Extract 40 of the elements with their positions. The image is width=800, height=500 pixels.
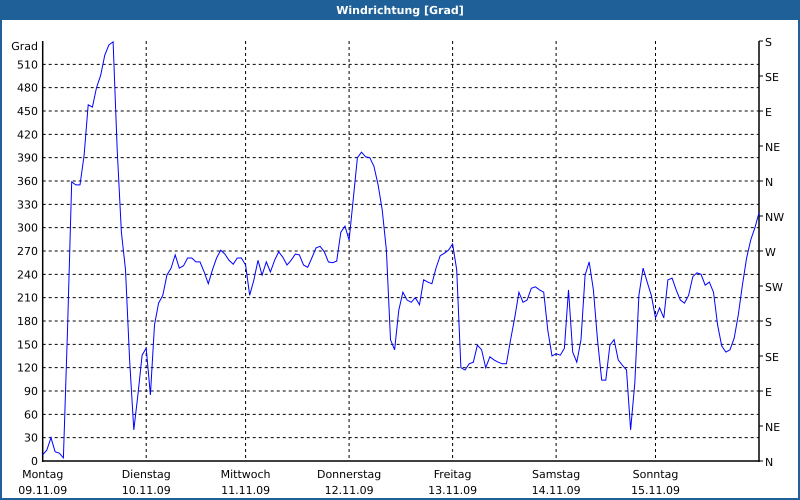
compass-label: W [765, 246, 776, 259]
compass-label: N [765, 456, 774, 469]
compass-label: S [765, 36, 772, 49]
axis-label: Samstag 14.11.09 [532, 468, 581, 497]
axis-label: 90 [24, 385, 38, 398]
axis-label: 270 [17, 245, 38, 258]
axis-label: Mittwoch 11.11.09 [220, 468, 271, 497]
axis-label: 210 [17, 292, 38, 305]
axis-label: 450 [17, 105, 38, 118]
compass-label: E [765, 386, 772, 399]
axis-label: 300 [17, 222, 38, 235]
axis-label: 180 [17, 315, 38, 328]
compass-label: S [765, 316, 772, 329]
axis-label: 330 [17, 198, 38, 212]
window-title: Windrichtung [Grad] [336, 4, 464, 16]
axis-label: 390 [17, 152, 38, 165]
axis-label: Sonntag 15.11.09 [631, 468, 680, 497]
axis-label: 120 [17, 362, 38, 375]
compass-label: NE [765, 141, 780, 154]
compass-label: SE [765, 351, 779, 364]
compass-label: SW [765, 281, 783, 294]
axis-title: Grad [11, 40, 38, 53]
axis-label: 0 [31, 455, 38, 468]
compass-label: E [765, 106, 772, 119]
axis-label: 150 [17, 338, 38, 352]
axis-label: 480 [17, 82, 38, 95]
axis-label: 420 [17, 128, 38, 142]
compass-label: NW [765, 211, 784, 224]
axis-label: 510 [17, 58, 38, 72]
axis-label: Montag 09.11.09 [18, 468, 68, 497]
axis-label: Dienstag 10.11.09 [122, 468, 171, 497]
compass-label: N [765, 176, 774, 189]
axis-label: 60 [24, 408, 38, 422]
axis-label: Freitag 13.11.09 [428, 468, 478, 497]
axis-label: 360 [17, 175, 38, 188]
compass-label: SE [765, 71, 779, 84]
axis-label: 30 [24, 432, 38, 445]
compass-label: NE [765, 421, 780, 434]
axis-label: Donnerstag 12.11.09 [317, 468, 382, 497]
axis-label: 240 [17, 268, 38, 282]
